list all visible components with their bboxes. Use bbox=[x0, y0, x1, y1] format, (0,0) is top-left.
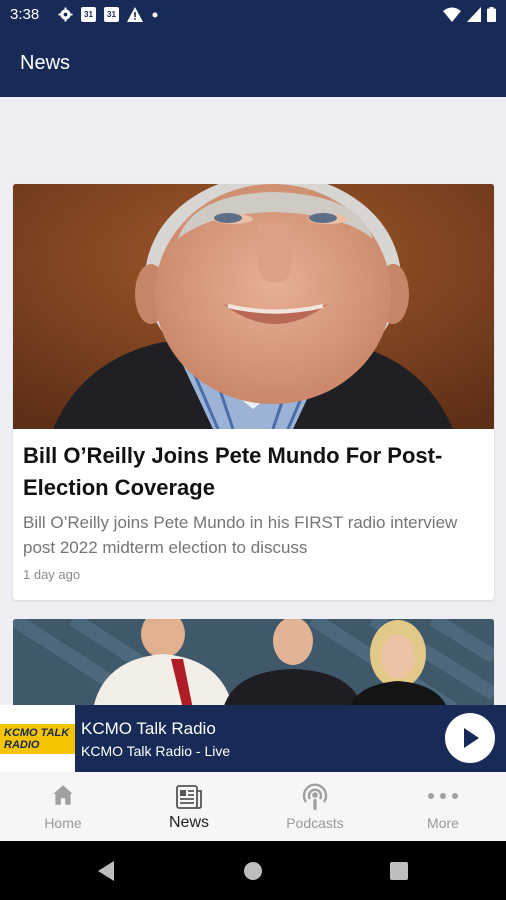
nav-podcasts[interactable]: Podcasts bbox=[252, 772, 378, 841]
back-icon[interactable] bbox=[96, 860, 116, 882]
article-image bbox=[13, 619, 494, 709]
nav-news-label: News bbox=[168, 814, 209, 831]
station-subtitle: KCMO Talk Radio - Live bbox=[81, 743, 231, 759]
more-icon bbox=[428, 793, 458, 799]
nav-more-label: More bbox=[427, 815, 459, 831]
calendar-icon: 31 bbox=[81, 7, 96, 22]
article-description: Bill O’Reilly joins Pete Mundo in his FI… bbox=[23, 513, 458, 557]
nav-home[interactable]: Home bbox=[0, 772, 126, 841]
nav-home-label: Home bbox=[44, 815, 82, 831]
station-name: KCMO Talk Radio bbox=[81, 719, 216, 738]
status-bar: 3:38 31 31 bbox=[0, 0, 506, 30]
page-title: News bbox=[20, 52, 71, 74]
home-icon bbox=[53, 785, 73, 805]
settings-icon bbox=[58, 7, 73, 22]
play-icon bbox=[464, 728, 479, 748]
article-title[interactable]: Bill O’Reilly Joins Pete Mundo For Post-… bbox=[23, 440, 483, 504]
article-timestamp: 1 day ago bbox=[23, 567, 81, 582]
article-card[interactable]: Bill O’Reilly Joins Pete Mundo For Post-… bbox=[13, 184, 494, 600]
station-logo-mark: KCMO TALK RADIO bbox=[0, 723, 75, 754]
system-status-icons bbox=[443, 7, 496, 22]
nav-podcasts-label: Podcasts bbox=[286, 815, 344, 831]
news-icon bbox=[176, 785, 202, 809]
app-bar: News bbox=[0, 30, 506, 97]
calendar-icon: 31 bbox=[104, 7, 119, 22]
nav-news[interactable]: News bbox=[126, 772, 252, 841]
mini-player[interactable]: KCMO TALK RADIO KCMO Talk Radio KCMO Tal… bbox=[0, 705, 506, 772]
wifi-icon bbox=[443, 7, 461, 22]
home-circle-icon[interactable] bbox=[243, 861, 263, 881]
station-logo: KCMO TALK RADIO bbox=[0, 705, 75, 772]
status-time: 3:38 bbox=[10, 6, 40, 23]
dot-icon bbox=[152, 12, 158, 18]
system-nav-bar bbox=[0, 841, 506, 900]
signal-icon bbox=[467, 7, 481, 22]
warning-icon bbox=[127, 7, 143, 22]
recents-icon[interactable] bbox=[390, 862, 408, 880]
podcast-icon bbox=[302, 783, 328, 810]
battery-icon bbox=[487, 7, 496, 22]
play-button[interactable] bbox=[445, 713, 495, 763]
bottom-nav: Home News Podcasts More bbox=[0, 772, 506, 841]
article-image bbox=[13, 184, 494, 429]
article-card[interactable] bbox=[13, 619, 494, 709]
nav-more[interactable]: More bbox=[380, 772, 506, 841]
notification-icons: 31 31 bbox=[58, 7, 159, 22]
